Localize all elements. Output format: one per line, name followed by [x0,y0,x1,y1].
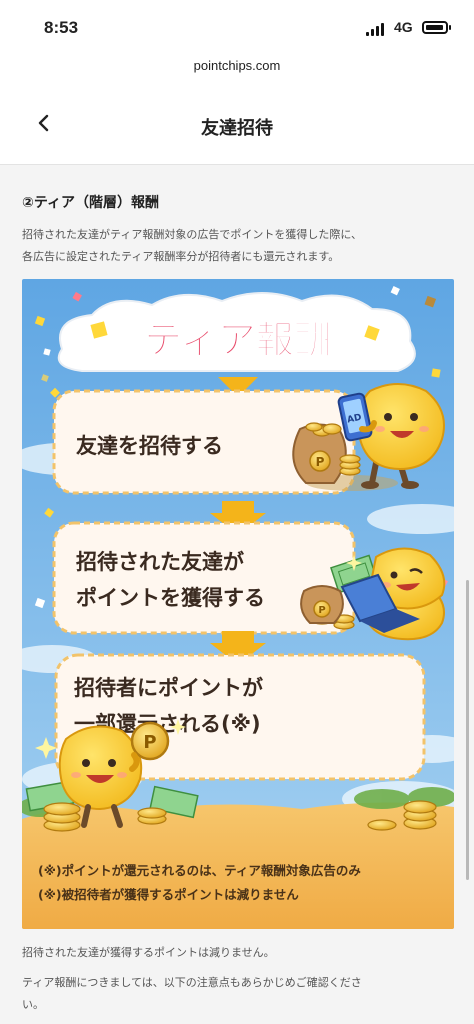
step1-text: 友達を招待する [76,434,223,458]
nav-bar: 友達招待 [0,84,474,165]
status-bar: 8:53 4G [0,0,474,54]
battery-icon [422,21,448,34]
intro-line-1: 招待された友達がティア報酬対象の広告でポイントを獲得した際に、 [22,228,363,241]
intro-line-2: 各広告に設定されたティア報酬率分が招待者にも還元されます。 [22,250,340,263]
footer-line-3: い。 [22,998,44,1011]
scrollbar[interactable] [466,580,469,880]
main-content: ②ティア（階層）報酬 招待された友達がティア報酬対象の広告でポイントを獲得した際… [0,165,474,1024]
battery-tip [449,25,451,30]
status-time: 8:53 [44,18,79,37]
svg-text:P: P [316,455,325,469]
step3-text-line1: 招待者にポイントが [74,676,263,700]
signal-icon [366,22,384,36]
url-text: pointchips.com [193,58,281,73]
note-1: (※)ポイントが還元されるのは、ティア報酬対象広告のみ [38,863,361,878]
page-title: 友達招待 [201,118,273,139]
banner-title: ティア報酬 [144,318,332,362]
note-2: (※)被招待者が獲得するポイントは減りません [38,887,299,902]
section-heading: ②ティア（階層）報酬 [22,195,160,211]
tier-reward-banner: ティア報酬 友達を招待する 招待された友達が ポイントを獲得する 招待者にポイン… [22,279,454,929]
footer-line-2: ティア報酬につきましては、以下の注意点もあらかじめご確認くださ [22,976,362,989]
step2-text-line1: 招待された友達が [76,550,244,574]
svg-text:P: P [318,605,325,616]
network-label: 4G [394,19,413,35]
step2-text-line2: ポイントを獲得する [76,586,265,610]
footer-line-1: 招待された友達が獲得するポイントは減りません。 [22,946,275,959]
svg-text:P: P [143,732,156,753]
url-bar[interactable]: pointchips.com [0,54,474,84]
